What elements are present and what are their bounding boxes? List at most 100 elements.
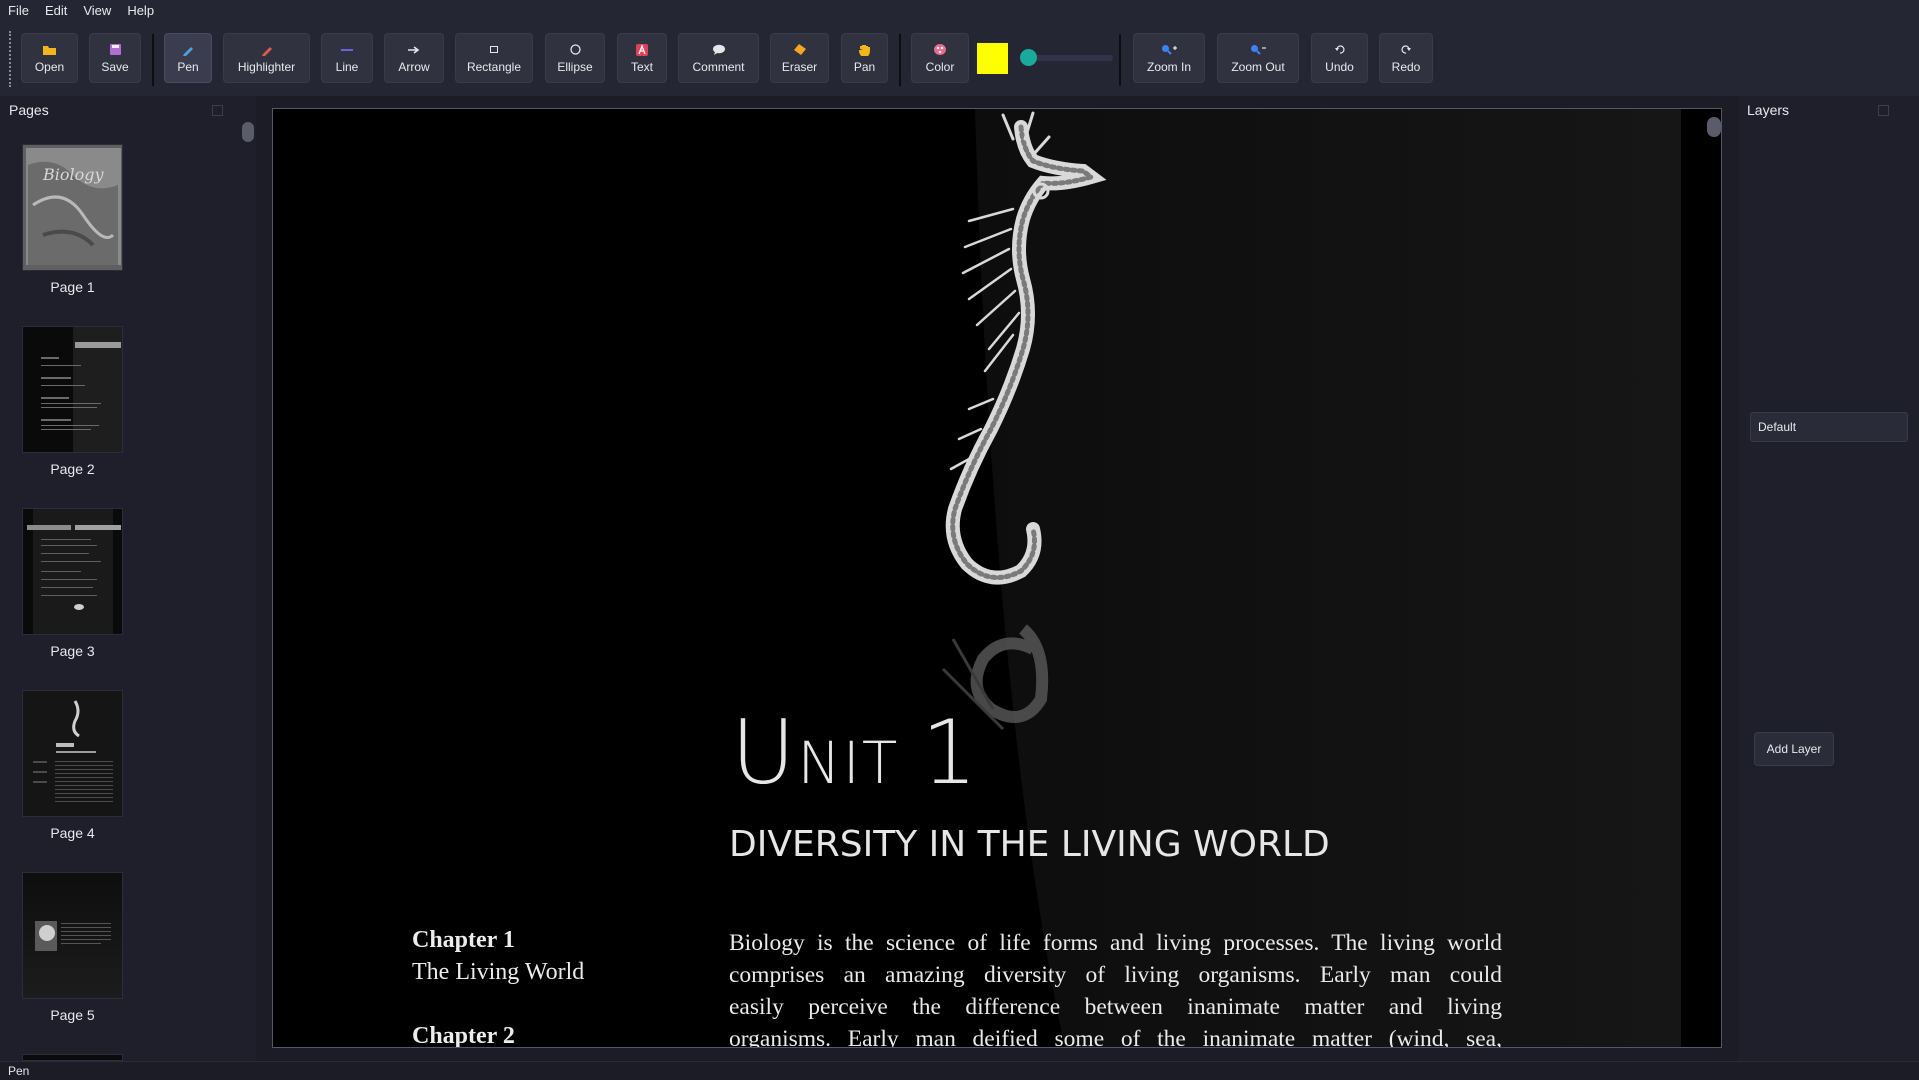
line-button[interactable]: Line: [321, 33, 373, 83]
panel-close-icon[interactable]: [1895, 105, 1904, 114]
color-label: Color: [925, 59, 955, 74]
pages-panel: Pages Biology Page 1 Page 2 Page 3 Page …: [0, 96, 256, 1061]
page-thumbnail-6[interactable]: [22, 1054, 123, 1061]
pen-label: Pen: [177, 59, 199, 74]
text-icon: [636, 43, 648, 57]
unit-number: 1: [921, 701, 980, 804]
menu-view[interactable]: View: [75, 0, 119, 21]
menu-help[interactable]: Help: [119, 0, 162, 21]
eraser-button[interactable]: Eraser: [770, 33, 829, 83]
ellipse-icon: [569, 43, 581, 57]
toolbar-grip[interactable]: [9, 31, 11, 87]
body-line: easily perceive the difference between i…: [729, 994, 1502, 1020]
color-button[interactable]: Color: [911, 33, 969, 83]
page-thumbnail-3[interactable]: Page 3: [22, 508, 123, 659]
arrow-icon: [408, 43, 420, 57]
arrow-button[interactable]: Arrow: [384, 33, 444, 83]
layer-item-default[interactable]: Default: [1750, 412, 1908, 442]
page-5-preview: [22, 872, 123, 999]
unit-title: UNIT 1: [731, 701, 979, 804]
body-line: comprises an amazing diversity of living…: [729, 962, 1502, 988]
highlighter-button[interactable]: Highlighter: [223, 33, 310, 83]
open-button[interactable]: Open: [21, 33, 78, 83]
unit-title-rest: NIT: [797, 729, 900, 797]
undo-button[interactable]: Undo: [1311, 33, 1368, 83]
seahorse-illustration: [941, 111, 1107, 731]
undo-icon: [1334, 43, 1345, 57]
rectangle-icon: [490, 43, 498, 57]
page-thumbnail-1[interactable]: Biology Page 1: [22, 144, 123, 295]
page-1-preview: Biology: [22, 144, 123, 271]
text-button[interactable]: Text: [617, 33, 667, 83]
comment-button[interactable]: Comment: [678, 33, 759, 83]
body-line: organisms. Early man deified some of the…: [729, 1026, 1502, 1048]
page-thumbnail-4[interactable]: Page 4: [22, 690, 123, 841]
zoom-out-label: Zoom Out: [1231, 59, 1285, 74]
menu-bar: File Edit View Help: [0, 0, 1919, 21]
page-thumbnail-5[interactable]: Page 5: [22, 872, 123, 1023]
menu-file[interactable]: File: [0, 0, 37, 21]
page-2-preview: [22, 326, 123, 453]
eraser-icon: [793, 43, 806, 57]
slider-track: [1026, 55, 1113, 61]
page-3-label: Page 3: [50, 643, 95, 659]
document-scrollbar[interactable]: [1707, 117, 1721, 137]
ellipse-button[interactable]: Ellipse: [545, 33, 605, 83]
pan-button[interactable]: Pan: [841, 33, 888, 83]
page-4-preview: [22, 690, 123, 817]
layers-panel: Layers Default Add Layer: [1738, 96, 1919, 1061]
save-label: Save: [101, 59, 129, 74]
pan-label: Pan: [853, 59, 876, 74]
chapter-1-title: The Living World: [412, 959, 585, 985]
chapter-2-heading: Chapter 2: [412, 1023, 515, 1048]
arrow-label: Arrow: [398, 59, 430, 74]
rectangle-label: Rectangle: [466, 59, 522, 74]
zoom-in-button[interactable]: Zoom In: [1133, 33, 1205, 83]
rectangle-button[interactable]: Rectangle: [455, 33, 533, 83]
color-swatch[interactable]: [977, 43, 1008, 74]
document-page[interactable]: UNIT 1 DIVERSITY IN THE LIVING WORLD Chap…: [272, 108, 1722, 1048]
chapter-1-heading: Chapter 1: [412, 927, 515, 953]
status-bar: Pen: [0, 1061, 1919, 1079]
redo-label: Redo: [1391, 59, 1421, 74]
layers-panel-title: Layers: [1747, 102, 1790, 118]
size-slider[interactable]: [1020, 49, 1113, 66]
folder-icon: [43, 43, 56, 57]
zoom-out-button[interactable]: Zoom Out: [1217, 33, 1299, 83]
undo-label: Undo: [1325, 59, 1354, 74]
open-label: Open: [34, 59, 65, 74]
slider-handle[interactable]: [1020, 49, 1037, 66]
pen-icon: [182, 43, 194, 57]
toolbar: Open Save Pen Highlighter Line Arrow Rec…: [0, 21, 1919, 96]
zoom-in-label: Zoom In: [1146, 59, 1191, 74]
zoom-out-icon: [1250, 43, 1266, 57]
hand-icon: [859, 43, 870, 57]
svg-text:Biology: Biology: [42, 165, 105, 184]
palette-icon: [934, 43, 946, 57]
pages-scrollbar[interactable]: [242, 122, 254, 142]
page-thumbnail-2[interactable]: Page 2: [22, 326, 123, 477]
panel-float-icon[interactable]: [212, 105, 223, 116]
page-6-preview: [22, 1054, 123, 1061]
comment-label: Comment: [692, 59, 745, 74]
pen-button[interactable]: Pen: [164, 33, 212, 83]
save-button[interactable]: Save: [89, 33, 141, 83]
ellipse-label: Ellipse: [557, 59, 593, 74]
save-icon: [109, 43, 121, 57]
page-1-label: Page 1: [50, 279, 95, 295]
line-icon: [341, 43, 353, 57]
redo-button[interactable]: Redo: [1379, 33, 1433, 83]
panel-close-icon[interactable]: [228, 105, 237, 114]
page-2-label: Page 2: [50, 461, 95, 477]
pages-panel-title: Pages: [9, 102, 49, 118]
toolbar-separator: [152, 34, 154, 86]
unit-title-initial: U: [731, 701, 798, 804]
add-layer-button[interactable]: Add Layer: [1754, 732, 1834, 766]
unit-subtitle: DIVERSITY IN THE LIVING WORLD: [729, 824, 1330, 865]
highlighter-label: Highlighter: [237, 59, 296, 74]
highlighter-icon: [261, 43, 273, 57]
panel-float-icon[interactable]: [1878, 105, 1889, 116]
body-line: Biology is the science of life forms and…: [729, 930, 1502, 956]
page-3-preview: [22, 508, 123, 635]
menu-edit[interactable]: Edit: [37, 0, 75, 21]
